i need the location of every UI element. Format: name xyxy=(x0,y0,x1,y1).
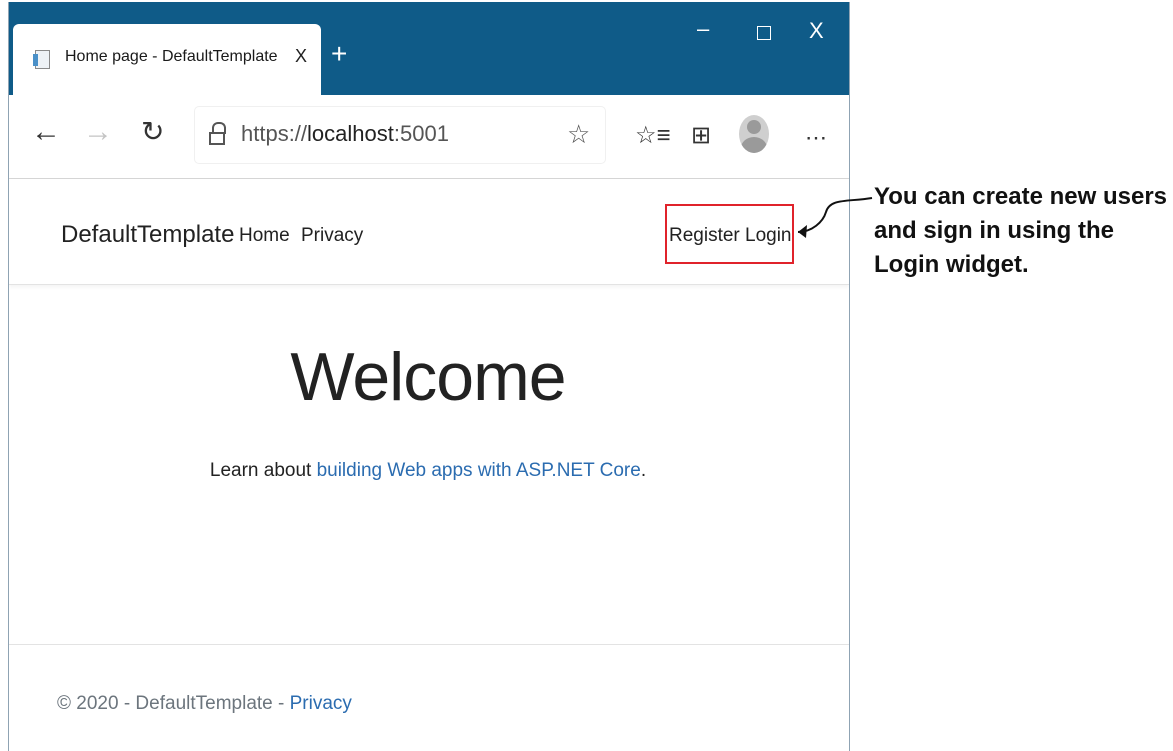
site-navbar: DefaultTemplate Home Privacy Register Lo… xyxy=(9,179,849,285)
tab-title: Home page - DefaultTemplate xyxy=(65,48,278,65)
back-icon[interactable]: ← xyxy=(31,117,61,147)
minimize-button[interactable]: – xyxy=(697,16,709,42)
browser-toolbar: ← → ↻ https://localhost:5001 ☆ ☆≡ ⊞ ⋯ xyxy=(9,95,849,179)
learn-prefix: Learn about xyxy=(209,460,317,481)
annotation-callout: You can create new users and sign in usi… xyxy=(874,183,1168,278)
collections-icon[interactable]: ⊞ xyxy=(691,121,711,151)
favorite-star-icon[interactable]: ☆ xyxy=(567,119,590,150)
site-footer: © 2020 - DefaultTemplate - Privacy xyxy=(9,644,849,751)
forward-icon[interactable]: → xyxy=(83,117,113,147)
maximize-button[interactable] xyxy=(757,26,771,40)
nav-home-link[interactable]: Home xyxy=(239,225,290,247)
footer-text: © 2020 - DefaultTemplate - Privacy xyxy=(57,693,352,715)
profile-avatar[interactable] xyxy=(739,115,769,153)
favorites-list-icon[interactable]: ☆≡ xyxy=(635,121,671,151)
site-brand[interactable]: DefaultTemplate xyxy=(61,221,234,249)
callout-arrow xyxy=(797,197,873,238)
browser-window: Home page - DefaultTemplate X + – X ← → … xyxy=(8,2,850,751)
learn-suffix: . xyxy=(640,460,647,481)
page-favicon-icon xyxy=(33,50,50,69)
browser-titlebar: Home page - DefaultTemplate X + – X xyxy=(9,2,849,95)
more-icon[interactable]: ⋯ xyxy=(805,123,828,153)
nav-login-link[interactable]: Login xyxy=(745,225,792,247)
reload-icon[interactable]: ↻ xyxy=(141,117,164,147)
footer-copyright: © 2020 - DefaultTemplate - xyxy=(57,693,290,714)
url-prefix: https:// xyxy=(241,121,308,146)
nav-register-link[interactable]: Register xyxy=(669,225,740,247)
aspnet-docs-link[interactable]: building Web apps with ASP.NET Core xyxy=(317,460,641,481)
footer-privacy-link[interactable]: Privacy xyxy=(290,693,352,714)
close-window-button[interactable]: X xyxy=(809,18,824,44)
learn-paragraph: Learn about building Web apps with ASP.N… xyxy=(9,460,847,482)
url-host: localhost xyxy=(307,121,394,146)
welcome-heading: Welcome xyxy=(290,339,566,415)
url-text[interactable]: https://localhost:5001 xyxy=(241,121,449,147)
url-port: :5001 xyxy=(393,121,449,146)
new-tab-button[interactable]: + xyxy=(331,40,347,68)
tab-close-button[interactable]: X xyxy=(295,46,307,67)
lock-icon[interactable] xyxy=(209,122,227,146)
browser-tab[interactable]: Home page - DefaultTemplate X xyxy=(13,24,321,95)
nav-privacy-link[interactable]: Privacy xyxy=(301,225,363,247)
address-bar[interactable]: https://localhost:5001 ☆ xyxy=(195,107,605,163)
